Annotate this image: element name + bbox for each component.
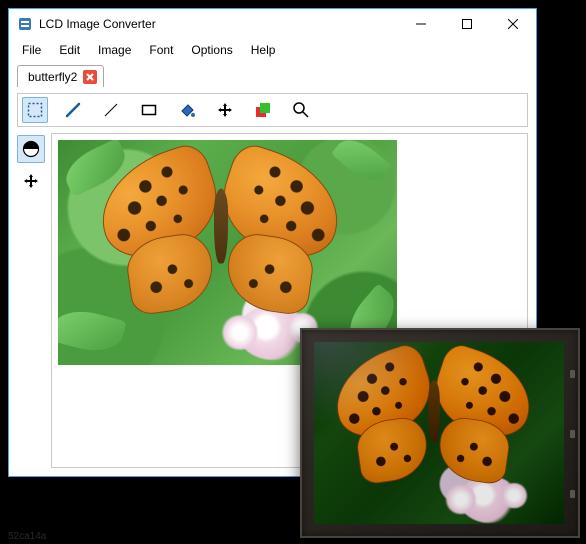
menu-file[interactable]: File	[13, 40, 50, 60]
color-indicator[interactable]	[17, 135, 45, 163]
status-code: 52ca14a	[8, 531, 46, 542]
menu-edit[interactable]: Edit	[50, 40, 89, 60]
maximize-button[interactable]	[444, 9, 490, 39]
pan-tool[interactable]	[17, 167, 45, 195]
menu-options[interactable]: Options	[182, 40, 241, 60]
window-controls	[398, 9, 536, 39]
lcd-connector-slot	[570, 490, 575, 498]
move-tool[interactable]	[212, 97, 238, 123]
minimize-button[interactable]	[398, 9, 444, 39]
side-toolbar	[17, 133, 47, 468]
lcd-hardware-photo	[300, 328, 580, 538]
butterfly-subject	[86, 154, 356, 334]
line-tool[interactable]	[98, 97, 124, 123]
menu-font[interactable]: Font	[140, 40, 182, 60]
tab-close-icon[interactable]	[83, 70, 97, 84]
menu-help[interactable]: Help	[242, 40, 285, 60]
close-button[interactable]	[490, 9, 536, 39]
zoom-tool[interactable]	[288, 97, 314, 123]
pencil-tool[interactable]	[60, 97, 86, 123]
fill-tool[interactable]	[174, 97, 200, 123]
lcd-connector-slot	[570, 370, 575, 378]
window-title: LCD Image Converter	[39, 17, 398, 31]
select-rect-tool[interactable]	[22, 97, 48, 123]
lcd-connector-slot	[570, 430, 575, 438]
tab-label: butterfly2	[28, 70, 77, 84]
menu-image[interactable]: Image	[89, 40, 140, 60]
titlebar[interactable]: LCD Image Converter	[9, 9, 536, 39]
tab-butterfly2[interactable]: butterfly2	[17, 65, 104, 87]
tab-bar: butterfly2	[9, 61, 536, 87]
app-icon	[17, 16, 33, 32]
menubar: File Edit Image Font Options Help	[9, 39, 536, 61]
lcd-screen	[314, 342, 564, 524]
rectangle-tool[interactable]	[136, 97, 162, 123]
color-swap-tool[interactable]	[250, 97, 276, 123]
toolbar	[17, 93, 528, 127]
